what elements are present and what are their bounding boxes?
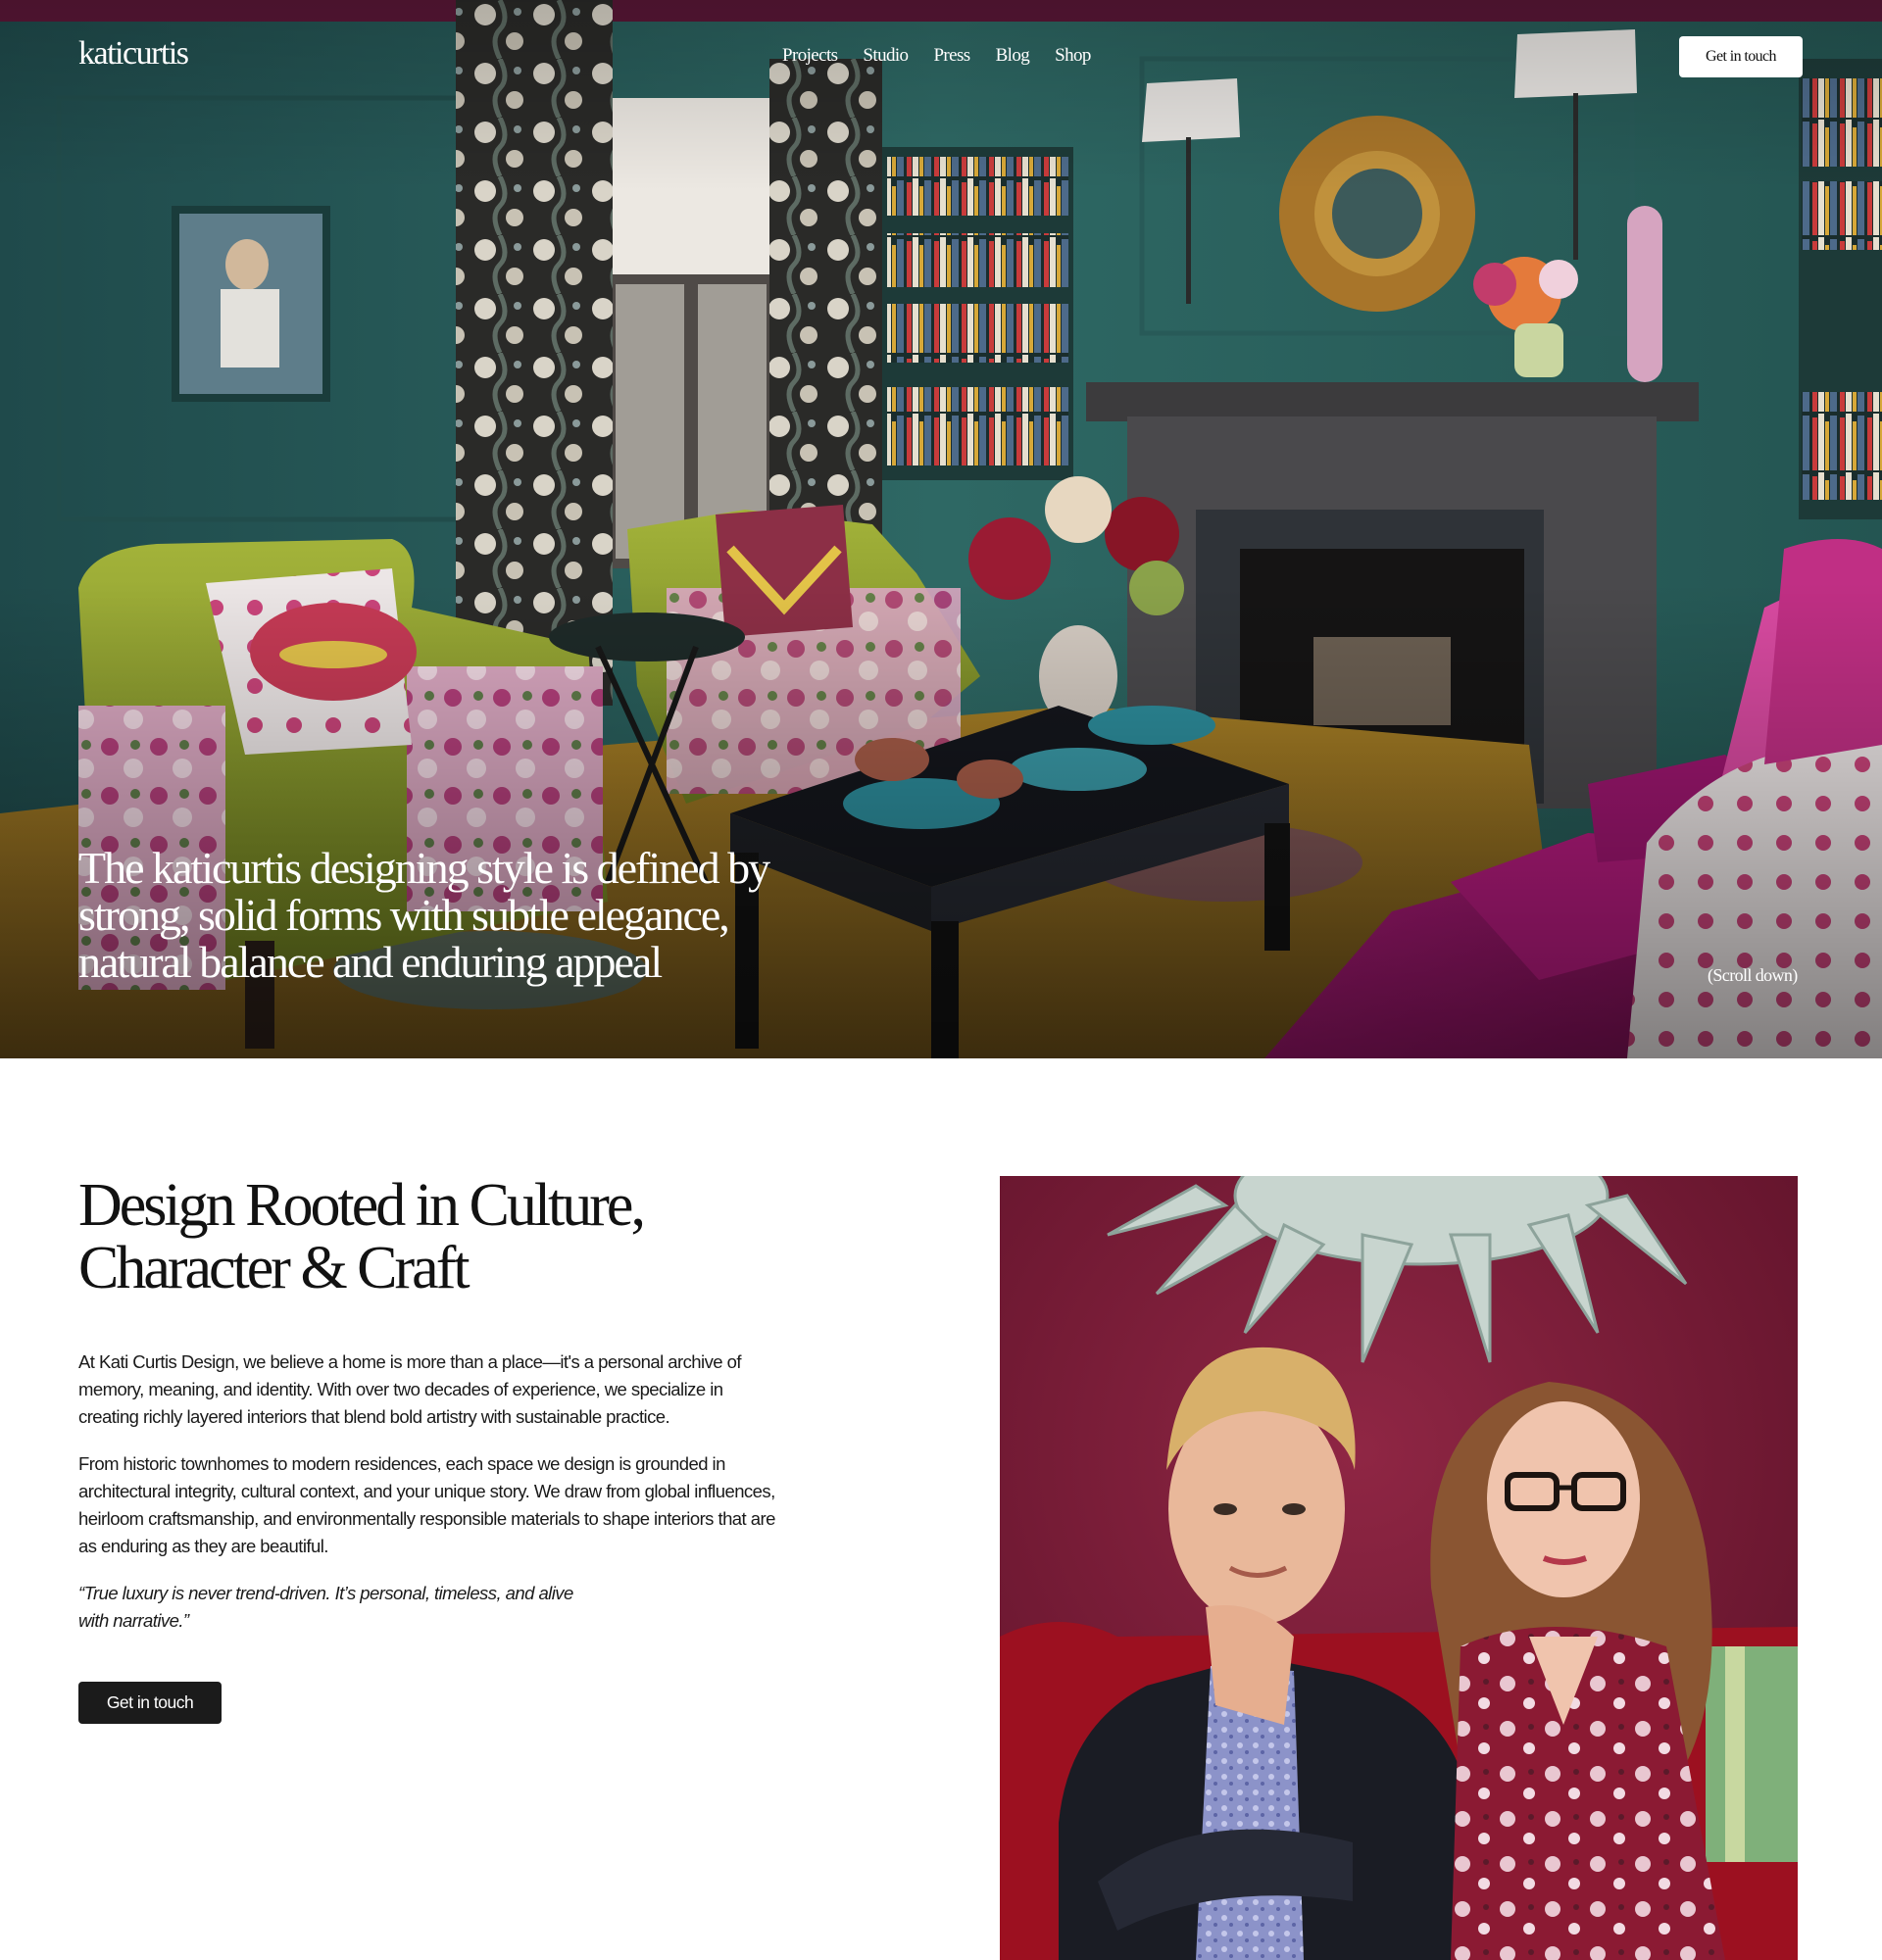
about-quote: “True luxury is never trend-driven. It’s… <box>78 1583 573 1631</box>
top-navigation: katicurtis Projects Studio Press Blog Sh… <box>0 0 1882 118</box>
about-heading: Design Rooted in Culture, Character & Cr… <box>78 1174 784 1299</box>
nav-item-projects[interactable]: Projects <box>782 45 838 67</box>
nav-item-studio[interactable]: Studio <box>863 45 909 67</box>
get-in-touch-button[interactable]: Get in touch <box>78 1682 222 1724</box>
nav-item-shop[interactable]: Shop <box>1055 45 1091 67</box>
get-in-touch-button-header[interactable]: Get in touch <box>1679 36 1803 77</box>
founders-portrait-photo <box>1000 1176 1798 1960</box>
site-logo[interactable]: katicurtis <box>78 35 189 73</box>
scroll-down-hint[interactable]: (Scroll down) <box>1708 965 1798 986</box>
main-menu: Projects Studio Press Blog Shop <box>782 45 1116 67</box>
about-heading-line-2: Character & Craft <box>78 1235 470 1301</box>
nav-item-press[interactable]: Press <box>933 45 970 67</box>
about-paragraph-1: At Kati Curtis Design, we believe a home… <box>78 1351 742 1427</box>
founders-portrait-illustration <box>1000 1176 1798 1960</box>
hero-section: katicurtis Projects Studio Press Blog Sh… <box>0 0 1882 1058</box>
about-heading-line-1: Design Rooted in Culture, <box>78 1172 646 1239</box>
about-text: At Kati Curtis Design, we believe a home… <box>78 1348 784 1635</box>
nav-item-blog[interactable]: Blog <box>996 45 1030 67</box>
hero-headline: The katicurtis designing style is define… <box>78 843 770 987</box>
about-paragraph-2: From historic townhomes to modern reside… <box>78 1453 775 1556</box>
